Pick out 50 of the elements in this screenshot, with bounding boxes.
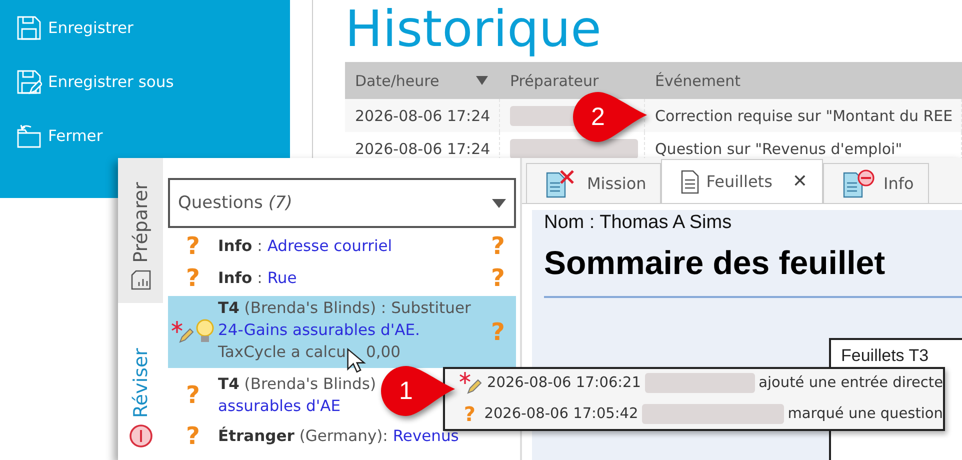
question-mark-icon: ? <box>186 382 200 408</box>
column-header[interactable]: Date/heure <box>345 62 500 99</box>
document-heading: Sommaire des feuillet <box>544 244 886 282</box>
column-header[interactable]: Événement <box>645 62 962 99</box>
question-item[interactable]: ? Info : Rue ? <box>168 264 516 292</box>
document-tab[interactable]: Feuillets ✕ <box>661 159 822 203</box>
slip-line: Feuillets T3 <box>841 346 930 366</box>
document-icon <box>680 168 700 194</box>
question-mark-icon: ? <box>186 233 200 259</box>
tooltip-action: marqué une question <box>788 406 943 422</box>
mouse-cursor-icon <box>346 347 366 375</box>
client-name: Nom : Thomas A Sims <box>544 212 732 234</box>
question-text: Info : Rue <box>218 268 297 289</box>
lightbulb-icon <box>195 319 215 345</box>
save-as-icon <box>16 69 42 95</box>
alert-icon <box>128 424 152 448</box>
question-note: TaxCycle a calcu <box>218 342 346 363</box>
question-mark-icon: ? <box>491 319 505 345</box>
question-note: 0,00 <box>366 342 400 363</box>
field-link[interactable]: Adresse courriel <box>267 237 392 255</box>
document-tab[interactable]: Info <box>822 163 929 203</box>
question-text: Info : Adresse courriel <box>218 236 392 257</box>
tooltip-time: 2026-08-06 17:06:21 <box>487 375 641 391</box>
document-minus-icon <box>842 168 878 198</box>
asterisk-pencil-icon <box>171 320 195 344</box>
asterisk-pencil-icon <box>459 371 483 395</box>
question-item[interactable]: ? Info : Adresse courriel ? <box>168 232 516 260</box>
sort-arrow-icon <box>476 76 488 85</box>
question-text: T4 (Brenda's Blinds) : Substituer 24-Gains assurables d'AE. <box>218 298 472 341</box>
folder-icon <box>16 123 42 149</box>
field-link[interactable]: 24-Gains assurables d'AE. <box>218 321 420 339</box>
question-text: Étranger (Germany): Revenus <box>218 426 459 447</box>
tooltip-action: ajouté une entrée directe <box>758 375 943 391</box>
tooltip-time: 2026-08-06 17:05:42 <box>484 406 638 422</box>
document-tab[interactable]: Mission <box>526 163 662 203</box>
side-tab[interactable]: Réviser <box>118 303 163 460</box>
field-link[interactable]: Rue <box>267 269 297 287</box>
field-link[interactable]: Revenus <box>392 427 459 445</box>
question-mark-icon: ? <box>186 265 200 291</box>
page-title: Historique <box>345 0 602 60</box>
dropdown-caret-icon <box>492 198 506 208</box>
question-mark-icon: ? <box>491 233 505 259</box>
filter-dropdown[interactable]: Questions (7) <box>168 178 516 228</box>
field-link[interactable]: assurables d'AE <box>218 397 341 415</box>
question-mark-icon: ? <box>186 423 200 449</box>
save-icon <box>16 15 42 41</box>
report-icon <box>130 269 152 291</box>
column-header[interactable]: Préparateur <box>500 62 645 99</box>
close-icon[interactable]: ✕ <box>792 171 808 192</box>
question-mark-icon: ? <box>491 265 505 291</box>
